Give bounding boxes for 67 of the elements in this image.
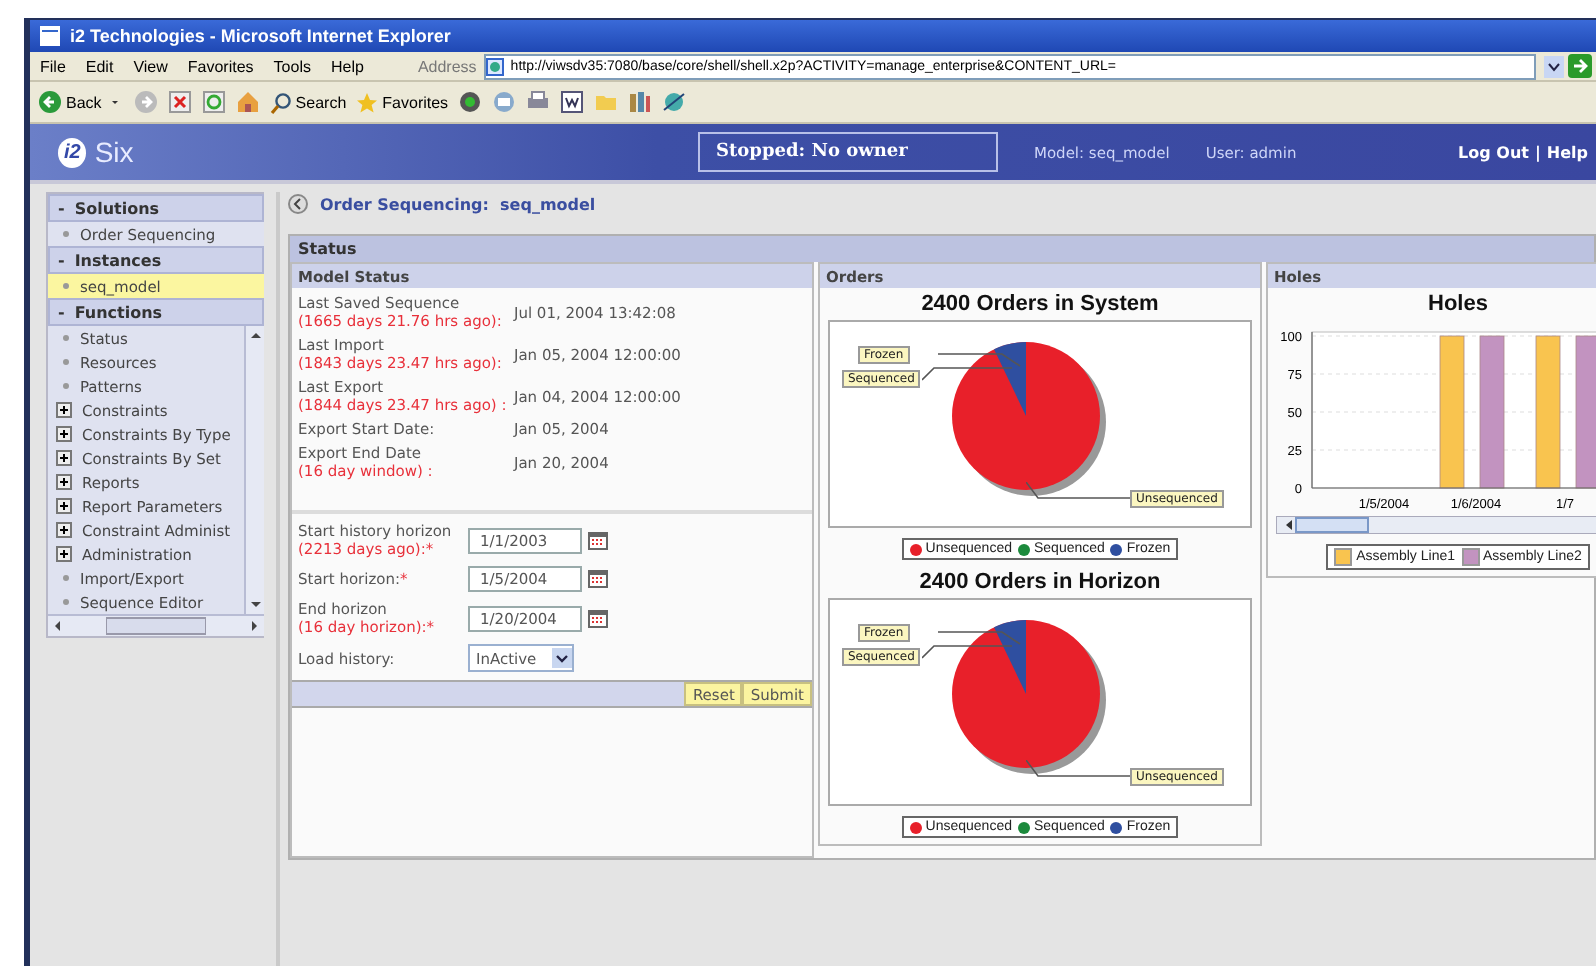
back-button[interactable]: Back bbox=[38, 90, 102, 114]
books-icon[interactable] bbox=[628, 90, 653, 114]
expand-icon[interactable] bbox=[56, 498, 72, 514]
menu-item[interactable]: View bbox=[123, 57, 178, 75]
header-link[interactable]: Log Out bbox=[1458, 143, 1529, 161]
section-header[interactable]: - Instances bbox=[48, 246, 264, 274]
bullet-icon bbox=[62, 358, 70, 366]
document-icon[interactable] bbox=[560, 90, 585, 114]
star-icon[interactable] bbox=[356, 91, 379, 113]
section-header[interactable]: - Functions bbox=[48, 298, 264, 326]
expand-icon[interactable] bbox=[56, 546, 72, 562]
expand-icon[interactable] bbox=[56, 474, 72, 490]
header-link[interactable]: Help bbox=[1546, 143, 1588, 161]
chart-title: 2400 Orders in System bbox=[919, 292, 1161, 316]
back-icon[interactable] bbox=[288, 194, 308, 214]
bullet-icon bbox=[62, 230, 70, 238]
back-icon[interactable] bbox=[38, 90, 62, 114]
go-icon[interactable] bbox=[1568, 54, 1592, 78]
app-icon[interactable] bbox=[38, 24, 62, 48]
leader-line bbox=[922, 362, 1014, 382]
status-indicator: Stopped: No owner bbox=[698, 132, 998, 172]
menu-item[interactable]: Tools bbox=[263, 57, 321, 75]
menu-item[interactable]: Help bbox=[320, 57, 374, 75]
calendar-icon[interactable] bbox=[588, 570, 608, 588]
calendar-icon[interactable] bbox=[588, 531, 608, 549]
leader-line bbox=[1026, 760, 1134, 778]
scroll-thumb[interactable] bbox=[106, 616, 206, 636]
leader-line bbox=[1026, 482, 1134, 500]
scrollbar[interactable] bbox=[48, 614, 264, 636]
menu-item[interactable]: File bbox=[30, 57, 76, 75]
section-header[interactable]: - Solutions bbox=[48, 194, 264, 222]
calendar-icon[interactable] bbox=[588, 609, 608, 627]
refresh-icon[interactable] bbox=[201, 90, 226, 114]
network-icon[interactable] bbox=[662, 90, 687, 114]
bullet-icon bbox=[62, 382, 70, 390]
dropdown-icon[interactable] bbox=[1544, 55, 1564, 77]
menu-item[interactable]: Favorites bbox=[177, 57, 264, 75]
search-icon[interactable] bbox=[269, 91, 292, 113]
panel-title: Status bbox=[290, 236, 1594, 262]
menu-item[interactable]: Edit bbox=[75, 57, 124, 75]
bullet-icon bbox=[62, 598, 70, 606]
link-separator: | bbox=[1534, 143, 1541, 161]
chart-title: Holes bbox=[1426, 292, 1490, 316]
address-label: Address bbox=[417, 57, 477, 75]
search-button[interactable]: Search bbox=[269, 91, 347, 113]
expand-icon[interactable] bbox=[56, 522, 72, 538]
product-name: Six bbox=[94, 136, 134, 168]
home-icon[interactable] bbox=[235, 90, 260, 114]
breadcrumb: Order Sequencing: seq_model bbox=[320, 195, 596, 213]
expand-icon[interactable] bbox=[56, 450, 72, 466]
window-title: i2 Technologies - Microsoft Internet Explorer bbox=[70, 26, 451, 46]
caret-icon[interactable] bbox=[552, 648, 572, 668]
logo: i2 bbox=[58, 137, 87, 167]
page-icon bbox=[486, 57, 505, 75]
leader-line bbox=[922, 640, 1014, 660]
bullet-icon bbox=[62, 334, 70, 342]
bullet-icon bbox=[62, 282, 70, 290]
expand-icon[interactable] bbox=[56, 402, 72, 418]
bullet-icon bbox=[62, 574, 70, 582]
media-icon[interactable] bbox=[458, 90, 483, 114]
stop-icon[interactable] bbox=[167, 90, 192, 114]
scrollbar[interactable] bbox=[1276, 516, 1596, 534]
scrollbar[interactable] bbox=[244, 326, 264, 614]
favorites-button[interactable]: Favorites bbox=[356, 91, 449, 113]
print-icon[interactable] bbox=[526, 90, 551, 114]
expand-icon[interactable] bbox=[56, 426, 72, 442]
chart-title: 2400 Orders in Horizon bbox=[917, 570, 1163, 594]
